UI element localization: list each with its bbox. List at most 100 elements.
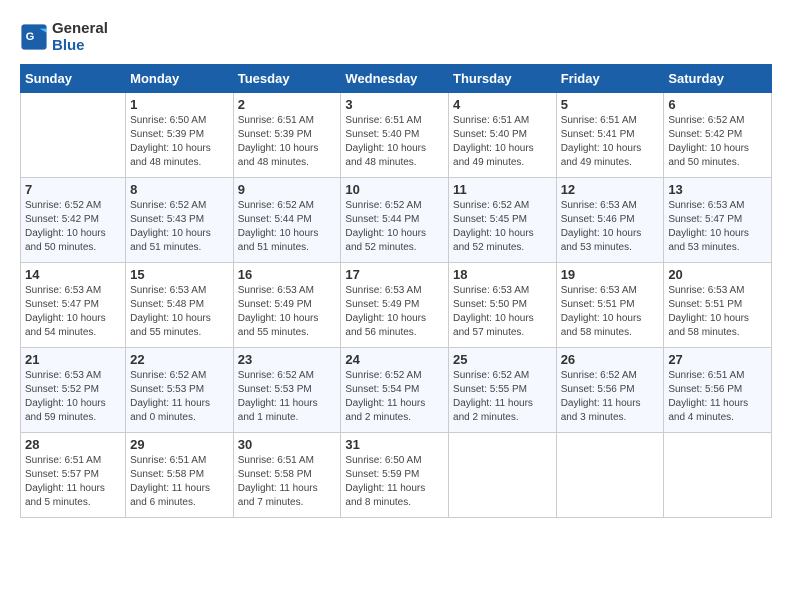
day-number: 17 <box>345 267 444 282</box>
day-number: 6 <box>668 97 767 112</box>
day-number: 11 <box>453 182 552 197</box>
calendar-cell <box>664 433 772 518</box>
day-info: Sunrise: 6:53 AM Sunset: 5:47 PM Dayligh… <box>25 284 121 340</box>
day-number: 22 <box>130 352 229 367</box>
day-info: Sunrise: 6:52 AM Sunset: 5:54 PM Dayligh… <box>345 369 444 425</box>
day-info: Sunrise: 6:51 AM Sunset: 5:40 PM Dayligh… <box>345 114 444 170</box>
day-info: Sunrise: 6:52 AM Sunset: 5:55 PM Dayligh… <box>453 369 552 425</box>
calendar-cell: 14 Sunrise: 6:53 AM Sunset: 5:47 PM Dayli… <box>21 263 126 348</box>
day-info: Sunrise: 6:53 AM Sunset: 5:52 PM Dayligh… <box>25 369 121 425</box>
calendar-cell: 4 Sunrise: 6:51 AM Sunset: 5:40 PM Daylig… <box>449 93 557 178</box>
calendar-header-row: SundayMondayTuesdayWednesdayThursdayFrid… <box>21 65 772 93</box>
day-info: Sunrise: 6:50 AM Sunset: 5:59 PM Dayligh… <box>345 454 444 510</box>
calendar-cell: 9Sunrise: 6:52 AM Sunset: 5:44 PM Daylig… <box>233 178 341 263</box>
calendar-week-4: 21 Sunrise: 6:53 AM Sunset: 5:52 PM Dayli… <box>21 348 772 433</box>
logo-text: General Blue <box>52 20 108 54</box>
day-info: Sunrise: 6:51 AM Sunset: 5:57 PM Dayligh… <box>25 454 121 510</box>
calendar-cell: 30 Sunrise: 6:51 AM Sunset: 5:58 PM Dayli… <box>233 433 341 518</box>
calendar-week-1: 1Sunrise: 6:50 AM Sunset: 5:39 PM Daylig… <box>21 93 772 178</box>
day-number: 9 <box>238 182 337 197</box>
calendar-cell: 11 Sunrise: 6:52 AM Sunset: 5:45 PM Dayli… <box>449 178 557 263</box>
weekday-header-monday: Monday <box>126 65 234 93</box>
day-info: Sunrise: 6:52 AM Sunset: 5:43 PM Dayligh… <box>130 199 229 255</box>
calendar-cell: 16Sunrise: 6:53 AM Sunset: 5:49 PM Dayli… <box>233 263 341 348</box>
svg-text:G: G <box>26 31 35 43</box>
day-info: Sunrise: 6:52 AM Sunset: 5:56 PM Dayligh… <box>561 369 660 425</box>
day-number: 10 <box>345 182 444 197</box>
day-number: 20 <box>668 267 767 282</box>
weekday-header-wednesday: Wednesday <box>341 65 449 93</box>
calendar-week-5: 28Sunrise: 6:51 AM Sunset: 5:57 PM Dayli… <box>21 433 772 518</box>
day-info: Sunrise: 6:52 AM Sunset: 5:45 PM Dayligh… <box>453 199 552 255</box>
day-number: 27 <box>668 352 767 367</box>
day-number: 3 <box>345 97 444 112</box>
day-info: Sunrise: 6:53 AM Sunset: 5:49 PM Dayligh… <box>345 284 444 340</box>
calendar-cell: 8 Sunrise: 6:52 AM Sunset: 5:43 PM Daylig… <box>126 178 234 263</box>
day-number: 4 <box>453 97 552 112</box>
calendar-cell <box>21 93 126 178</box>
day-number: 1 <box>130 97 229 112</box>
calendar-cell: 17 Sunrise: 6:53 AM Sunset: 5:49 PM Dayli… <box>341 263 449 348</box>
calendar-cell: 23 Sunrise: 6:52 AM Sunset: 5:53 PM Dayli… <box>233 348 341 433</box>
day-info: Sunrise: 6:51 AM Sunset: 5:41 PM Dayligh… <box>561 114 660 170</box>
calendar-cell: 15Sunrise: 6:53 AM Sunset: 5:48 PM Dayli… <box>126 263 234 348</box>
day-info: Sunrise: 6:52 AM Sunset: 5:44 PM Dayligh… <box>345 199 444 255</box>
day-number: 7 <box>25 182 121 197</box>
page-header: G General Blue <box>20 20 772 54</box>
day-number: 16 <box>238 267 337 282</box>
calendar-cell: 25 Sunrise: 6:52 AM Sunset: 5:55 PM Dayli… <box>449 348 557 433</box>
calendar-cell: 28Sunrise: 6:51 AM Sunset: 5:57 PM Dayli… <box>21 433 126 518</box>
day-info: Sunrise: 6:53 AM Sunset: 5:50 PM Dayligh… <box>453 284 552 340</box>
calendar-week-2: 7Sunrise: 6:52 AM Sunset: 5:42 PM Daylig… <box>21 178 772 263</box>
day-number: 8 <box>130 182 229 197</box>
calendar-cell: 10 Sunrise: 6:52 AM Sunset: 5:44 PM Dayli… <box>341 178 449 263</box>
calendar-cell: 2 Sunrise: 6:51 AM Sunset: 5:39 PM Daylig… <box>233 93 341 178</box>
day-number: 21 <box>25 352 121 367</box>
day-info: Sunrise: 6:52 AM Sunset: 5:53 PM Dayligh… <box>130 369 229 425</box>
calendar-cell: 13Sunrise: 6:53 AM Sunset: 5:47 PM Dayli… <box>664 178 772 263</box>
calendar-cell: 3 Sunrise: 6:51 AM Sunset: 5:40 PM Daylig… <box>341 93 449 178</box>
day-number: 19 <box>561 267 660 282</box>
day-info: Sunrise: 6:51 AM Sunset: 5:58 PM Dayligh… <box>238 454 337 510</box>
weekday-header-saturday: Saturday <box>664 65 772 93</box>
day-info: Sunrise: 6:53 AM Sunset: 5:46 PM Dayligh… <box>561 199 660 255</box>
day-info: Sunrise: 6:52 AM Sunset: 5:42 PM Dayligh… <box>668 114 767 170</box>
logo-icon: G <box>20 23 48 51</box>
day-info: Sunrise: 6:52 AM Sunset: 5:53 PM Dayligh… <box>238 369 337 425</box>
calendar-cell: 29Sunrise: 6:51 AM Sunset: 5:58 PM Dayli… <box>126 433 234 518</box>
weekday-header-tuesday: Tuesday <box>233 65 341 93</box>
weekday-header-sunday: Sunday <box>21 65 126 93</box>
day-info: Sunrise: 6:51 AM Sunset: 5:40 PM Dayligh… <box>453 114 552 170</box>
weekday-header-thursday: Thursday <box>449 65 557 93</box>
day-info: Sunrise: 6:53 AM Sunset: 5:51 PM Dayligh… <box>668 284 767 340</box>
weekday-header-friday: Friday <box>556 65 664 93</box>
calendar-cell <box>556 433 664 518</box>
day-info: Sunrise: 6:51 AM Sunset: 5:39 PM Dayligh… <box>238 114 337 170</box>
calendar-body: 1Sunrise: 6:50 AM Sunset: 5:39 PM Daylig… <box>21 93 772 518</box>
calendar-cell: 22 Sunrise: 6:52 AM Sunset: 5:53 PM Dayli… <box>126 348 234 433</box>
day-number: 23 <box>238 352 337 367</box>
day-info: Sunrise: 6:53 AM Sunset: 5:51 PM Dayligh… <box>561 284 660 340</box>
calendar-cell: 18 Sunrise: 6:53 AM Sunset: 5:50 PM Dayli… <box>449 263 557 348</box>
calendar-cell: 27 Sunrise: 6:51 AM Sunset: 5:56 PM Dayli… <box>664 348 772 433</box>
calendar-cell: 5 Sunrise: 6:51 AM Sunset: 5:41 PM Daylig… <box>556 93 664 178</box>
day-info: Sunrise: 6:53 AM Sunset: 5:47 PM Dayligh… <box>668 199 767 255</box>
day-number: 26 <box>561 352 660 367</box>
calendar-cell: 26 Sunrise: 6:52 AM Sunset: 5:56 PM Dayli… <box>556 348 664 433</box>
day-number: 25 <box>453 352 552 367</box>
day-number: 30 <box>238 437 337 452</box>
day-info: Sunrise: 6:51 AM Sunset: 5:56 PM Dayligh… <box>668 369 767 425</box>
day-number: 5 <box>561 97 660 112</box>
calendar-cell: 21 Sunrise: 6:53 AM Sunset: 5:52 PM Dayli… <box>21 348 126 433</box>
calendar-cell: 24Sunrise: 6:52 AM Sunset: 5:54 PM Dayli… <box>341 348 449 433</box>
day-number: 18 <box>453 267 552 282</box>
calendar-cell: 31 Sunrise: 6:50 AM Sunset: 5:59 PM Dayli… <box>341 433 449 518</box>
logo: G General Blue <box>20 20 108 54</box>
calendar-cell: 12Sunrise: 6:53 AM Sunset: 5:46 PM Dayli… <box>556 178 664 263</box>
calendar-cell: 1Sunrise: 6:50 AM Sunset: 5:39 PM Daylig… <box>126 93 234 178</box>
calendar-cell: 7Sunrise: 6:52 AM Sunset: 5:42 PM Daylig… <box>21 178 126 263</box>
day-number: 31 <box>345 437 444 452</box>
day-info: Sunrise: 6:53 AM Sunset: 5:48 PM Dayligh… <box>130 284 229 340</box>
day-number: 14 <box>25 267 121 282</box>
day-number: 2 <box>238 97 337 112</box>
